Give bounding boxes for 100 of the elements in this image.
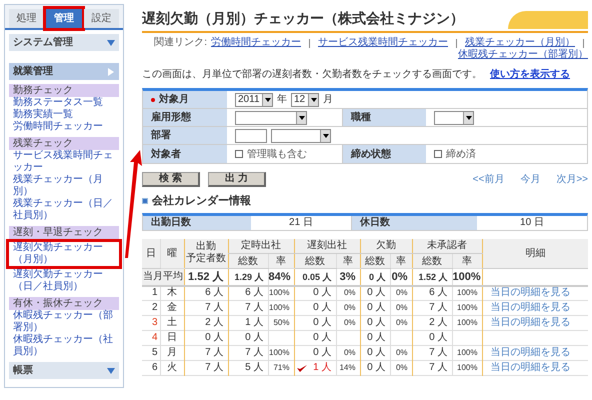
year-select[interactable]: 2011 xyxy=(235,92,273,106)
related-link[interactable]: サービス残業時間チェッカー xyxy=(318,37,448,49)
unit-label: 月 xyxy=(323,93,333,107)
table-cell: 0 人 xyxy=(367,287,386,298)
detail-link[interactable]: 当日の明細を見る xyxy=(490,317,570,328)
unit-label: 年 xyxy=(277,93,287,107)
weekday-cell: 月 xyxy=(160,346,184,360)
sidebar-link[interactable]: 遅刻欠勤チェッカー（月別） xyxy=(9,242,119,266)
day-number: 5 xyxy=(142,346,160,360)
month-nav-link[interactable]: 今月 xyxy=(520,172,540,187)
table-cell: 0 人 xyxy=(367,362,386,373)
table-cell: 7 人 xyxy=(245,347,264,358)
weekday-cell: 木 xyxy=(160,286,184,300)
weekday-cell: 火 xyxy=(160,360,184,376)
column-header: 総数 xyxy=(412,254,452,268)
weekday-cell: 土 xyxy=(160,316,184,330)
related-links-label: 関連リンク: xyxy=(154,37,207,49)
text-input[interactable] xyxy=(235,128,267,142)
month-nav-link[interactable]: 次月>> xyxy=(556,172,588,187)
day-number: 1 xyxy=(142,286,160,300)
average-cell: 3% xyxy=(336,268,360,286)
month-nav-link[interactable]: <<前月 xyxy=(472,172,504,187)
column-header: 総数 xyxy=(294,254,336,268)
table-cell: 100% xyxy=(457,288,478,298)
dropdown-field[interactable] xyxy=(434,110,474,124)
average-cell: 1.29 人 xyxy=(228,268,268,286)
checkbox-label: 締め済 xyxy=(446,148,476,162)
related-link[interactable]: 労働時間チェッカー xyxy=(211,37,301,49)
field-label: 休日数 xyxy=(351,216,477,230)
table-cell: 0% xyxy=(396,303,408,312)
table-cell: 2 人 xyxy=(429,317,448,328)
average-cell: 84% xyxy=(268,268,294,286)
field-value: 21 日 xyxy=(288,216,314,230)
column-header: 遅刻出社 xyxy=(294,238,360,254)
sidebar-link[interactable]: 残業チェッカー（月別） xyxy=(9,174,119,198)
table-cell: 0% xyxy=(344,288,356,298)
dropdown-field[interactable] xyxy=(271,128,331,142)
section-heading: 会社カレンダー情報 xyxy=(152,194,251,209)
table-cell: 0% xyxy=(344,303,356,312)
section-header[interactable]: システム管理 xyxy=(9,34,119,51)
action-button[interactable]: 検 索 xyxy=(142,172,200,187)
dropdown-caret-icon xyxy=(298,116,304,120)
detail-link[interactable]: 当日の明細を見る xyxy=(490,287,570,298)
day-number: 6 xyxy=(142,360,160,376)
column-header: 欠勤 xyxy=(360,238,412,254)
average-cell: 100% xyxy=(452,268,482,286)
table-cell: 0% xyxy=(344,348,356,357)
sidebar-link[interactable]: 休暇残チェッカー（部署別） xyxy=(9,310,119,334)
table-cell: 5 人 xyxy=(245,362,264,373)
sidebar-link[interactable]: 勤務ステータス一覧 xyxy=(9,97,119,109)
sidebar-link[interactable]: 休暇残チェッカー（社員別） xyxy=(9,334,119,358)
detail-link[interactable]: 当日の明細を見る xyxy=(490,362,570,373)
table-cell: 0 人 xyxy=(205,332,224,343)
table-cell: 0% xyxy=(396,318,408,327)
sidebar-link[interactable]: 遅刻欠勤チェッカー（日／社員別） xyxy=(9,269,119,293)
table-cell: 7 人 xyxy=(429,302,448,313)
column-header: 総数 xyxy=(360,254,390,268)
sidebar-link[interactable]: 勤務実績一覧 xyxy=(9,109,119,121)
table-cell: 6 人 xyxy=(245,287,264,298)
table-cell: 0 人 xyxy=(367,347,386,358)
checkmark-icon xyxy=(296,364,306,372)
down-triangle-icon xyxy=(107,38,115,46)
day-number: 2 xyxy=(142,300,160,316)
column-header: 率 xyxy=(268,254,294,268)
section-header[interactable]: 就業管理 xyxy=(9,63,119,80)
section-bullet-icon xyxy=(142,198,148,204)
table-cell: 100% xyxy=(457,348,478,357)
table-cell: 0 人 xyxy=(313,302,332,314)
sidebar-tab[interactable]: 設定 xyxy=(84,9,119,28)
table-cell: 7 人 xyxy=(429,347,448,358)
column-header: 総数 xyxy=(228,254,268,268)
column-header: 率 xyxy=(336,254,360,268)
sidebar-tab[interactable]: 管理 xyxy=(46,9,82,28)
row-label: 当月平均 xyxy=(142,268,184,286)
sidebar-tab[interactable]: 処理 xyxy=(9,9,44,28)
related-link[interactable]: 残業チェッカー（月別） xyxy=(465,37,575,49)
table-cell: 0 人 xyxy=(313,332,332,344)
table-cell: 7 人 xyxy=(205,302,224,313)
help-link[interactable]: 使い方を表示する xyxy=(490,67,570,82)
sidebar-link[interactable]: 残業チェッカー（日／社員別） xyxy=(9,198,119,222)
related-link[interactable]: 休暇残チェッカー（部署別） xyxy=(458,49,588,61)
month-select[interactable]: 12 xyxy=(291,92,319,106)
detail-link[interactable]: 当日の明細を見る xyxy=(490,347,570,358)
table-cell: 0 人 xyxy=(429,332,448,343)
detail-link[interactable]: 当日の明細を見る xyxy=(490,302,570,313)
action-button[interactable]: 出 力 xyxy=(208,172,266,187)
field-label: 職種 xyxy=(351,110,371,125)
description-text: この画面は、月単位で部署の遅刻者数・欠勤者数をチェックする画面です。 xyxy=(142,68,482,82)
sidebar-link[interactable]: サービス残業時間チェッカー xyxy=(9,150,119,174)
column-header: 出勤 xyxy=(195,241,217,252)
table-cell: 0% xyxy=(344,318,356,327)
table-cell: 0 人 xyxy=(367,302,386,313)
section-header[interactable]: 帳票 xyxy=(9,362,119,379)
table-cell: 0 人 xyxy=(313,287,332,300)
group-header: 有休・振休チェック xyxy=(9,297,119,310)
checkbox[interactable] xyxy=(235,150,243,158)
sidebar-link[interactable]: 労働時間チェッカー xyxy=(9,121,119,133)
dropdown-field[interactable] xyxy=(235,110,307,124)
down-triangle-icon xyxy=(107,366,115,374)
checkbox[interactable] xyxy=(434,150,442,158)
